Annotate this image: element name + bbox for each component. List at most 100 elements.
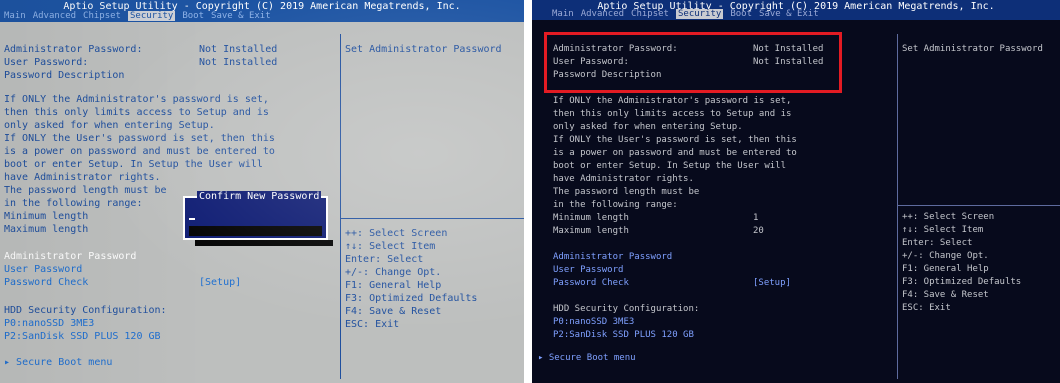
description-line: The password length must be (4, 185, 167, 196)
submenu-arrow-icon: ▸ (4, 357, 17, 368)
panel-divider (897, 34, 898, 379)
tab-security[interactable]: Security (675, 9, 724, 19)
secure-boot-label: Secure Boot menu (548, 353, 636, 363)
description-line: boot or enter Setup. In Setup the User w… (4, 159, 263, 170)
key-hint: +/-: Change Opt. (902, 251, 989, 261)
bios-screen: Aptio Setup Utility - Copyright (C) 2019… (0, 0, 524, 383)
menu-administrator-password[interactable]: Administrator Password (4, 251, 136, 262)
tab-main[interactable]: Main (552, 9, 574, 19)
description-line: If ONLY the Administrator's password is … (553, 96, 792, 106)
tab-save-exit[interactable]: Save & Exit (211, 11, 271, 21)
user-password-status: Not Installed (753, 57, 824, 67)
submenu-arrow-icon: ▸ (538, 353, 549, 363)
description-line: If ONLY the User's password is set, then… (4, 133, 275, 144)
tab-chipset[interactable]: Chipset (83, 11, 121, 21)
menu-user-password[interactable]: User Password (553, 265, 623, 275)
help-divider (898, 205, 1060, 206)
bios-header: Aptio Setup Utility - Copyright (C) 2019… (0, 0, 524, 22)
description-line: have Administrator rights. (4, 172, 161, 183)
panel-divider (340, 34, 341, 379)
password-description-heading: Password Description (553, 70, 662, 80)
admin-password-label: Administrator Password: (553, 44, 678, 54)
description-line: The password length must be (553, 187, 700, 197)
hdd-security-heading: HDD Security Configuration: (4, 305, 167, 316)
key-hint: ↑↓: Select Item (902, 225, 984, 235)
key-hint: Enter: Select (345, 254, 424, 265)
user-password-label: User Password: (553, 57, 629, 67)
menu-administrator-password[interactable]: Administrator Password (553, 252, 672, 262)
help-divider (341, 218, 524, 219)
key-hint: Enter: Select (902, 238, 973, 248)
tab-advanced[interactable]: Advanced (33, 11, 76, 21)
key-hint: F1: General Help (902, 264, 989, 274)
description-line: If ONLY the Administrator's password is … (4, 94, 269, 105)
key-hint: ESC: Exit (345, 319, 400, 330)
hdd-security-heading: HDD Security Configuration: (553, 304, 700, 314)
description-line: in the following range: (553, 200, 678, 210)
description-line: in the following range: (4, 198, 143, 209)
secure-boot-menu[interactable]: ▸ Secure Boot menu (538, 353, 636, 363)
key-hint: F4: Save & Reset (902, 290, 989, 300)
description-line: only asked for when entering Setup. (4, 120, 215, 131)
maximum-length-label: Maximum length (4, 224, 89, 235)
tab-chipset[interactable]: Chipset (631, 9, 669, 19)
description-line: If ONLY the User's password is set, then… (553, 135, 797, 145)
key-hint: F4: Save & Reset (345, 306, 442, 317)
maximum-length-label: Maximum length (553, 226, 629, 236)
menu-password-check[interactable]: Password Check (4, 277, 88, 288)
dialog-title: Confirm New Password (197, 191, 322, 202)
menu-password-check[interactable]: Password Check (553, 278, 629, 288)
tab-bar: Main Advanced Chipset Security Boot Save… (552, 9, 819, 19)
minimum-length-value: 1 (753, 213, 759, 223)
tab-main[interactable]: Main (4, 11, 26, 21)
help-text: Set Administrator Password (345, 44, 502, 55)
password-input[interactable] (189, 226, 322, 236)
key-hint: +/-: Change Opt. (345, 267, 442, 278)
minimum-length-label: Minimum length (553, 213, 629, 223)
user-password-label: User Password: (4, 57, 89, 68)
bios-screen: Aptio Setup Utility - Copyright (C) 2019… (532, 0, 1060, 383)
key-hint: F3: Optimized Defaults (902, 277, 1022, 287)
tab-boot[interactable]: Boot (182, 11, 204, 21)
description-line: boot or enter Setup. In Setup the User w… (553, 161, 786, 171)
admin-password-status: Not Installed (199, 44, 278, 55)
minimum-length-label: Minimum length (4, 211, 89, 222)
hdd-item-p2[interactable]: P2:SanDisk SSD PLUS 120 GB (4, 331, 161, 342)
hdd-item-p0[interactable]: P0:nanoSSD 3ME3 (4, 318, 94, 329)
bios-photo-left: Aptio Setup Utility - Copyright (C) 2019… (0, 0, 524, 383)
description-line: then this only limits access to Setup an… (553, 109, 792, 119)
text-cursor (189, 218, 195, 220)
secure-boot-label: Secure Boot menu (16, 357, 113, 368)
maximum-length-value: 20 (753, 226, 764, 236)
key-hint: ++: Select Screen (345, 228, 448, 239)
tab-advanced[interactable]: Advanced (581, 9, 624, 19)
admin-password-status: Not Installed (753, 44, 824, 54)
key-hint: ++: Select Screen (902, 212, 995, 222)
password-check-value[interactable]: [Setup] (199, 277, 241, 288)
key-hint: F3: Optimized Defaults (345, 293, 478, 304)
hdd-item-p0[interactable]: P0:nanoSSD 3ME3 (553, 317, 634, 327)
description-line: have Administrator rights. (553, 174, 694, 184)
admin-password-label: Administrator Password: (4, 44, 143, 55)
description-line: only asked for when entering Setup. (553, 122, 743, 132)
tab-security[interactable]: Security (127, 11, 176, 21)
key-hint: ↑↓: Select Item (345, 241, 436, 252)
bios-photo-right: Aptio Setup Utility - Copyright (C) 2019… (532, 0, 1060, 383)
description-line: is a power on password and must be enter… (553, 148, 797, 158)
user-password-status: Not Installed (199, 57, 278, 68)
tab-save-exit[interactable]: Save & Exit (759, 9, 819, 19)
key-hint: ESC: Exit (902, 303, 951, 313)
hdd-item-p2[interactable]: P2:SanDisk SSD PLUS 120 GB (553, 330, 694, 340)
confirm-password-dialog: Confirm New Password (183, 191, 328, 240)
tab-bar: Main Advanced Chipset Security Boot Save… (4, 11, 271, 21)
description-line: is a power on password and must be enter… (4, 146, 275, 157)
bios-header: Aptio Setup Utility - Copyright (C) 2019… (532, 0, 1060, 20)
tab-boot[interactable]: Boot (730, 9, 752, 19)
description-line: then this only limits access to Setup an… (4, 107, 269, 118)
menu-user-password[interactable]: User Password (4, 264, 82, 275)
key-hint: F1: General Help (345, 280, 442, 291)
password-check-value[interactable]: [Setup] (753, 278, 791, 288)
dialog-shadow (195, 240, 333, 246)
secure-boot-menu[interactable]: ▸ Secure Boot menu (4, 357, 112, 368)
help-text: Set Administrator Password (902, 44, 1043, 54)
